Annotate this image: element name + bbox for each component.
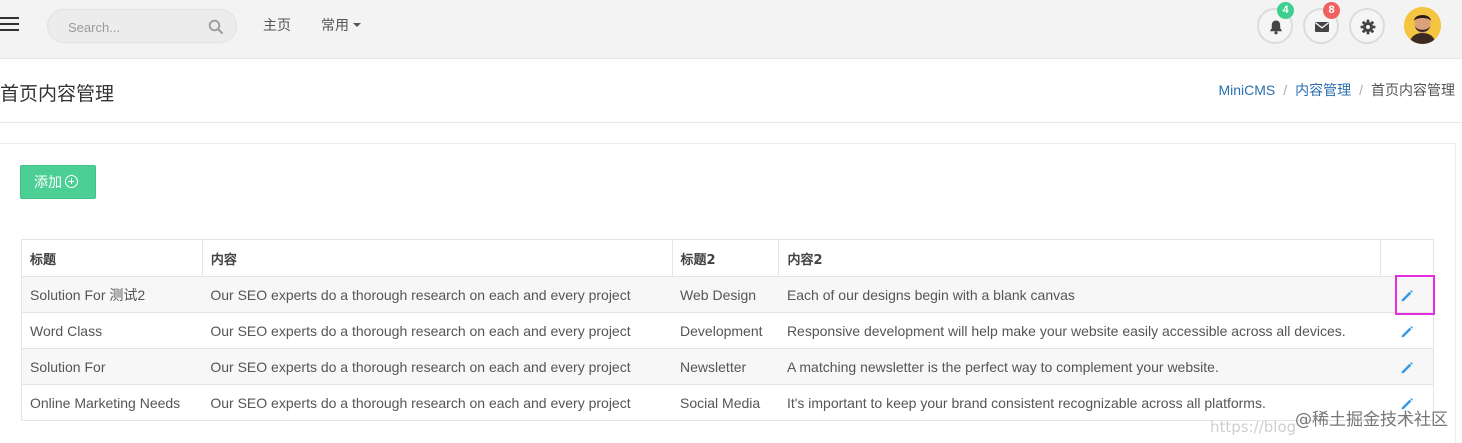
- pencil-icon[interactable]: [1400, 289, 1414, 303]
- top-navbar: 主页 常用 4 8: [0, 0, 1462, 59]
- add-button-label: 添加: [34, 174, 62, 190]
- cell-title: Solution For 测试2: [21, 276, 203, 313]
- pencil-icon[interactable]: [1400, 361, 1414, 375]
- cell-title: Online Marketing Needs: [21, 384, 203, 421]
- cell-content2: It's important to keep your brand consis…: [778, 384, 1381, 421]
- plus-circle-icon: [65, 175, 78, 188]
- table-row: Online Marketing Needs Our SEO experts d…: [21, 384, 1434, 421]
- search-icon[interactable]: [208, 19, 224, 35]
- nav-common-label: 常用: [321, 17, 349, 33]
- cell-content2: A matching newsletter is the perfect way…: [778, 348, 1381, 385]
- cell-content: Our SEO experts do a thorough research o…: [202, 276, 673, 313]
- bell-icon: [1270, 20, 1282, 35]
- column-header-content2[interactable]: 内容2: [778, 239, 1382, 277]
- column-header-content[interactable]: 内容: [201, 239, 673, 277]
- table-row: Solution For 测试2 Our SEO experts do a th…: [21, 276, 1434, 313]
- cell-title: Solution For: [21, 348, 203, 385]
- cell-title2: Social Media: [672, 384, 779, 421]
- cell-actions: [1380, 312, 1434, 349]
- search-input[interactable]: [68, 18, 203, 36]
- add-button[interactable]: 添加: [20, 165, 96, 199]
- page-title: 首页内容管理: [0, 83, 115, 105]
- nav-common-dropdown[interactable]: 常用: [321, 15, 361, 35]
- breadcrumb-current: 首页内容管理: [1371, 82, 1455, 98]
- cell-actions: [1380, 276, 1434, 313]
- messages-count-badge: 8: [1323, 2, 1340, 19]
- column-header-title2[interactable]: 标题2: [671, 239, 780, 277]
- breadcrumb-separator: /: [1359, 82, 1363, 98]
- breadcrumb: MiniCMS / 内容管理 / 首页内容管理: [1218, 80, 1455, 100]
- cell-title2: Newsletter: [672, 348, 779, 385]
- gear-icon: [1360, 19, 1376, 35]
- cell-content2: Each of our designs begin with a blank c…: [778, 276, 1381, 313]
- cell-title2: Web Design: [672, 276, 779, 313]
- cell-content: Our SEO experts do a thorough research o…: [202, 312, 673, 349]
- table-row: Solution For Our SEO experts do a thorou…: [21, 348, 1434, 385]
- menu-toggle-icon[interactable]: [0, 17, 20, 33]
- cell-title: Word Class: [21, 312, 203, 349]
- cell-content: Our SEO experts do a thorough research o…: [202, 384, 673, 421]
- messages-button[interactable]: 8: [1303, 2, 1340, 44]
- nav-home-link[interactable]: 主页: [263, 15, 291, 35]
- content-table: 标题 内容 标题2 内容2 Solution For 测试2 Our SEO e…: [21, 239, 1434, 421]
- pencil-icon[interactable]: [1400, 325, 1414, 339]
- notifications-button[interactable]: 4: [1257, 2, 1294, 44]
- search-box: [47, 9, 237, 43]
- user-avatar[interactable]: [1404, 7, 1441, 44]
- envelope-icon: [1315, 22, 1329, 32]
- watermark-text: @稀土掘金技术社区: [1295, 410, 1448, 430]
- breadcrumb-link-minicms[interactable]: MiniCMS: [1218, 82, 1275, 98]
- column-header-title[interactable]: 标题: [21, 239, 203, 277]
- breadcrumb-link-content-mgmt[interactable]: 内容管理: [1295, 82, 1351, 98]
- notifications-count-badge: 4: [1277, 2, 1294, 19]
- header-divider: [0, 122, 1462, 123]
- caret-down-icon: [353, 23, 361, 27]
- avatar-image: [1404, 7, 1441, 44]
- watermark-url: https://blog: [1210, 418, 1297, 436]
- table-row: Word Class Our SEO experts do a thorough…: [21, 312, 1434, 349]
- cell-content2: Responsive development will help make yo…: [778, 312, 1381, 349]
- settings-button[interactable]: [1349, 8, 1385, 44]
- column-header-actions: [1380, 239, 1434, 277]
- cell-content: Our SEO experts do a thorough research o…: [202, 348, 673, 385]
- breadcrumb-separator: /: [1283, 82, 1288, 98]
- cell-title2: Development: [672, 312, 779, 349]
- cell-actions: [1380, 348, 1434, 385]
- table-header-row: 标题 内容 标题2 内容2: [21, 239, 1434, 277]
